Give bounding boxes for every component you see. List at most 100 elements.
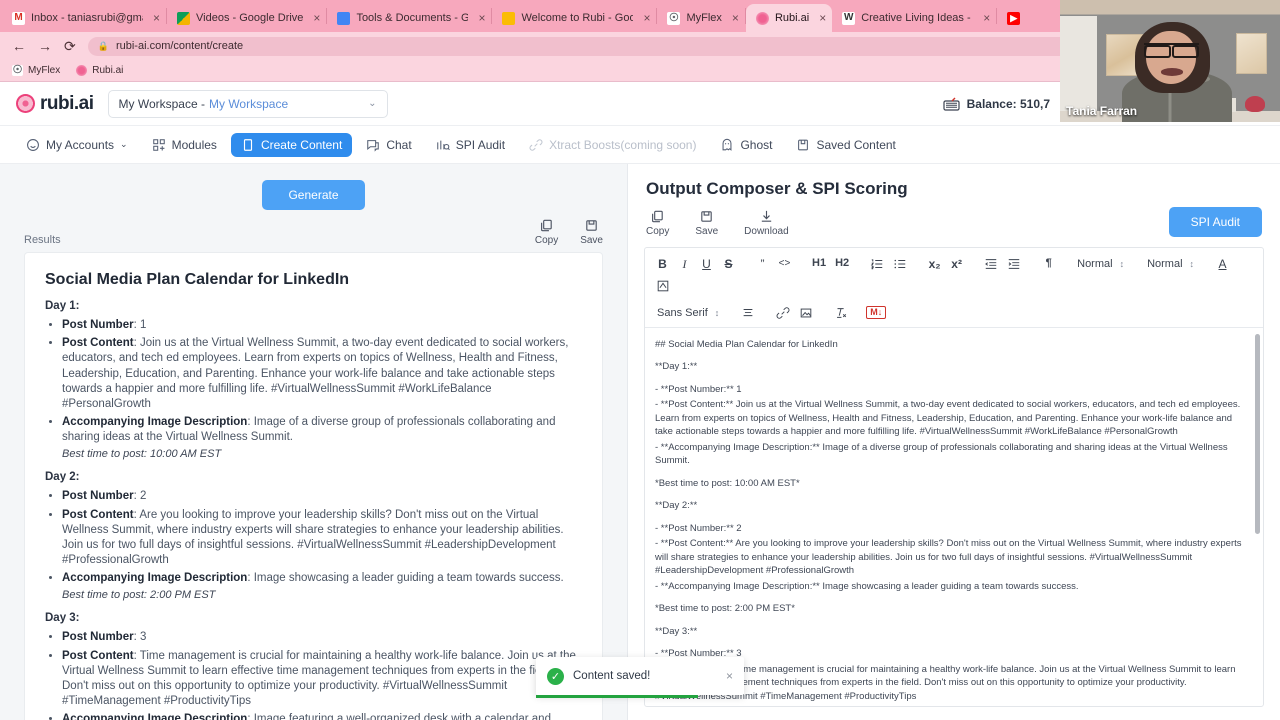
post-content-label: Post Content — [62, 508, 134, 521]
user-circle-icon — [26, 138, 40, 152]
webcam-participant-name: Tania Farran — [1066, 104, 1138, 118]
heading-1-button[interactable]: H1 — [809, 254, 829, 273]
lock-icon: 🔒 — [97, 40, 109, 51]
output-save-button[interactable]: Save — [695, 209, 718, 237]
rubi-icon — [755, 11, 769, 25]
rubi-logo-icon — [16, 94, 35, 113]
browser-tab[interactable]: Welcome to Rubi - Google × — [492, 4, 656, 32]
output-copy-button[interactable]: Copy — [646, 209, 669, 237]
bullet-list-button[interactable] — [890, 254, 910, 273]
close-icon[interactable]: × — [732, 12, 739, 24]
post-number-value: 3 — [139, 631, 147, 644]
size-select[interactable]: Normal ↕ — [1073, 258, 1128, 270]
post-number-label: Post Number — [62, 631, 134, 644]
browser-tab[interactable]: ☉ MyFlex × — [657, 4, 744, 32]
results-save-button[interactable]: Save — [580, 218, 603, 246]
superscript-button[interactable]: x² — [947, 254, 966, 273]
toast-progress-bar — [536, 695, 699, 698]
results-copy-button[interactable]: Copy — [535, 218, 558, 246]
browser-tab[interactable]: Tools & Documents - Goo × — [327, 4, 491, 32]
italic-button[interactable]: I — [675, 254, 694, 273]
image-icon — [800, 308, 812, 317]
editor-line: - **Accompanying Image Description:** Im… — [655, 441, 1228, 467]
header-select[interactable]: Normal ↕ — [1143, 258, 1198, 270]
underline-button[interactable]: U — [697, 254, 716, 273]
text-direction-button[interactable]: ¶ — [1039, 254, 1058, 273]
output-download-button[interactable]: Download — [744, 209, 789, 237]
tab-title: Rubi.ai — [774, 12, 810, 24]
tool-label: Download — [744, 226, 789, 237]
editor-line: - **Post Number:** 3 — [655, 648, 742, 660]
nav-item-modules[interactable]: Modules — [142, 133, 227, 157]
post-content-label: Post Content — [62, 649, 134, 662]
markdown-toggle-button[interactable]: M↓ — [866, 305, 887, 320]
background-color-button[interactable] — [653, 276, 673, 295]
post-content-item: Post Content: Are you looking to improve… — [62, 508, 582, 569]
close-icon[interactable]: × — [313, 12, 320, 24]
browser-tab[interactable]: W Creative Living Ideas - Cre × — [832, 4, 996, 32]
heading-2-button[interactable]: H2 — [832, 254, 852, 273]
ordered-list-button[interactable] — [867, 254, 887, 273]
copy-icon — [652, 210, 663, 223]
font-color-button[interactable]: A — [1213, 254, 1232, 273]
tab-title: Creative Living Ideas - Cre — [861, 12, 973, 24]
grid-plus-icon — [152, 138, 166, 152]
link-button[interactable] — [773, 303, 793, 322]
generate-button[interactable]: Generate — [262, 180, 365, 210]
bookmark-rubi[interactable]: Rubi.ai — [76, 65, 123, 76]
spi-audit-button[interactable]: SPI Audit — [1168, 207, 1262, 237]
workspace-selector[interactable]: My Workspace - My Workspace ⌄ — [107, 89, 388, 118]
nav-item-chat[interactable]: Chat — [356, 133, 421, 157]
nav-item-create-content[interactable]: Create Content — [230, 132, 353, 157]
close-icon[interactable]: × — [726, 669, 733, 683]
subscript-button[interactable]: x₂ — [925, 254, 944, 273]
tool-label: Copy — [646, 226, 670, 237]
nav-item-my-accounts[interactable]: My Accounts ⌄ — [16, 133, 138, 157]
day-heading: Day 3: — [45, 612, 80, 625]
close-icon[interactable]: × — [643, 12, 650, 24]
results-toolbar: Copy Save — [535, 218, 603, 246]
align-button[interactable] — [738, 303, 758, 322]
close-icon[interactable]: × — [478, 12, 485, 24]
strikethrough-button[interactable]: S — [719, 254, 738, 273]
back-icon[interactable]: ← — [12, 39, 26, 53]
nav-item-label: My Accounts — [46, 137, 115, 152]
reload-icon[interactable]: ⟳ — [64, 39, 76, 53]
nav-item-saved-content[interactable]: Saved Content — [786, 133, 905, 157]
blockquote-button[interactable]: ” — [753, 254, 772, 273]
image-button[interactable] — [796, 303, 816, 322]
editor-scrollbar[interactable] — [1255, 334, 1260, 534]
chevron-down-icon: ⌄ — [120, 139, 128, 149]
close-icon[interactable]: × — [983, 12, 990, 24]
browser-tab[interactable]: M Inbox - taniasrubi@gmail.c × — [2, 4, 166, 32]
browser-tab-active[interactable]: Rubi.ai × — [745, 4, 833, 32]
font-family-select[interactable]: Sans Serif ↕ — [653, 307, 723, 319]
close-icon[interactable]: × — [153, 12, 160, 24]
app-logo-text: rubi.ai — [40, 92, 94, 114]
bold-button[interactable]: B — [653, 254, 672, 273]
close-icon[interactable]: × — [819, 12, 826, 24]
rubi-app: rubi.ai My Workspace - My Workspace ⌄ Ba… — [0, 82, 1280, 720]
clear-formatting-button[interactable] — [831, 303, 851, 322]
outdent-icon — [985, 258, 997, 269]
editor-line: - **Post Number:** 1 — [655, 383, 742, 395]
results-label: Results — [24, 234, 61, 246]
nav-item-spi-audit[interactable]: SPI Audit — [426, 133, 515, 157]
results-header: Results Copy Save — [0, 218, 627, 252]
nav-item-label: Ghost — [740, 137, 773, 152]
indent-button[interactable] — [1004, 254, 1024, 273]
bookmark-myflex[interactable]: ☉ MyFlex — [12, 65, 60, 76]
editor-content[interactable]: ## Social Media Plan Calendar for Linked… — [645, 328, 1263, 706]
docs-icon — [337, 11, 351, 25]
code-block-button[interactable]: <> — [775, 254, 794, 273]
app-logo[interactable]: rubi.ai — [16, 93, 94, 115]
browser-tab[interactable]: ▶ — [997, 4, 1026, 32]
browser-tab[interactable]: Videos - Google Drive × — [167, 4, 326, 32]
align-icon — [743, 308, 753, 316]
nav-item-ghost[interactable]: Ghost — [710, 133, 782, 157]
outdent-button[interactable] — [981, 254, 1001, 273]
toolbar-row-break — [653, 298, 1255, 300]
nav-item-label: Xtract Boosts(coming soon) — [549, 137, 697, 152]
stepper-arrows-icon: ↕ — [714, 307, 720, 318]
forward-icon[interactable]: → — [38, 39, 52, 53]
